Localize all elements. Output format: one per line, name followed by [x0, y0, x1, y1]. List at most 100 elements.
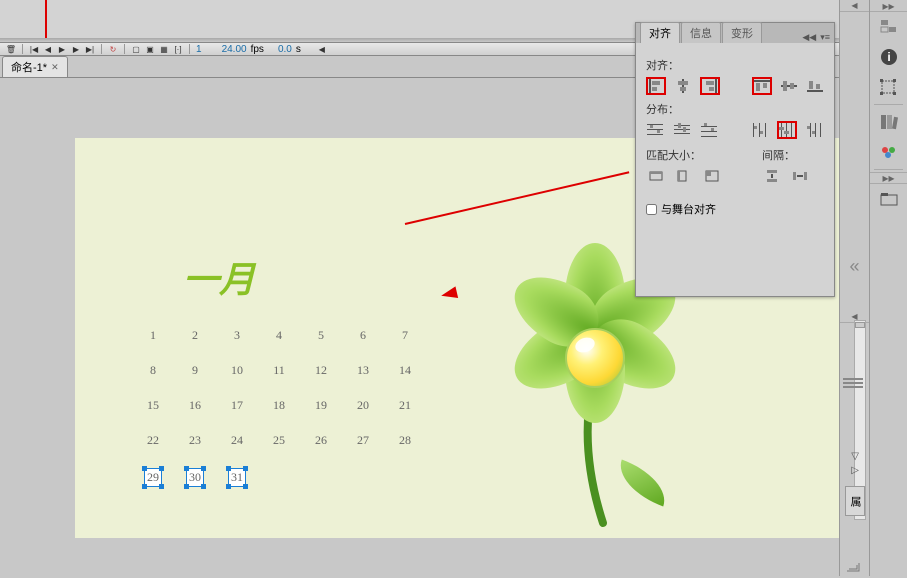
expand-sub-icon[interactable]: ▽ — [851, 451, 859, 462]
panel-tabs: 对齐 信息 变形 ◀◀ ▾≡ — [636, 23, 834, 43]
transform-panel-icon[interactable] — [870, 72, 907, 102]
calendar-cell[interactable]: 13 — [354, 363, 372, 378]
calendar-cell[interactable]: 4 — [270, 328, 288, 343]
match-height-icon[interactable] — [674, 167, 694, 185]
prev-frame-icon[interactable]: ◀ — [43, 44, 53, 54]
loop-icon[interactable]: ↻ — [108, 44, 118, 54]
align-vcenter-icon[interactable] — [780, 77, 798, 95]
tab-info[interactable]: 信息 — [681, 22, 721, 43]
calendar-cell[interactable]: 7 — [396, 328, 414, 343]
next-frame-icon[interactable]: ▶ — [71, 44, 81, 54]
tab-transform[interactable]: 变形 — [722, 22, 762, 43]
stage-align-checkbox[interactable] — [646, 204, 657, 215]
trash-icon[interactable]: 🗑 — [6, 44, 16, 54]
calendar-cell[interactable]: 15 — [144, 398, 162, 413]
distribute-bottom-icon[interactable] — [699, 121, 718, 139]
calendar-cell[interactable]: 25 — [270, 433, 288, 448]
space-horizontal-icon[interactable] — [790, 167, 810, 185]
calendar-cell[interactable]: 8 — [144, 363, 162, 378]
playhead-marker[interactable] — [45, 0, 47, 38]
calendar-cell[interactable]: 28 — [396, 433, 414, 448]
distribute-hcenter-icon[interactable] — [777, 121, 797, 139]
time-value[interactable]: 0.0 — [278, 44, 292, 55]
calendar-cell[interactable]: 10 — [228, 363, 246, 378]
distribute-right-icon[interactable] — [805, 121, 824, 139]
calendar-cell[interactable]: 12 — [312, 363, 330, 378]
calendar-cell[interactable]: 2 — [186, 328, 204, 343]
first-frame-icon[interactable]: |◀ — [29, 44, 39, 54]
calendar-cell[interactable] — [396, 468, 414, 487]
align-left-icon[interactable] — [646, 77, 666, 95]
calendar-cell[interactable]: 31 — [228, 468, 246, 487]
label-distribute: 分布： — [646, 101, 824, 117]
onion-outlines-icon[interactable]: ▣ — [145, 44, 155, 54]
current-frame[interactable]: 1 — [196, 44, 202, 55]
calendar-cell[interactable] — [354, 468, 372, 487]
calendar-cell[interactable]: 18 — [270, 398, 288, 413]
align-hcenter-icon[interactable] — [674, 77, 692, 95]
calendar-cell[interactable]: 20 — [354, 398, 372, 413]
info-panel-icon[interactable]: i — [870, 42, 907, 72]
timeline-scroll-left[interactable]: ◀ — [317, 44, 327, 54]
distribute-vcenter-icon[interactable] — [673, 121, 692, 139]
calendar-cell[interactable]: 3 — [228, 328, 246, 343]
align-right-icon[interactable] — [700, 77, 720, 95]
month-title[interactable]: 一月 — [183, 251, 255, 303]
calendar-cell[interactable]: 27 — [354, 433, 372, 448]
calendar-cell[interactable]: 14 — [396, 363, 414, 378]
match-width-icon[interactable] — [646, 167, 666, 185]
last-frame-icon[interactable]: ▶| — [85, 44, 95, 54]
calendar-cell[interactable]: 11 — [270, 363, 288, 378]
label-spacing: 间隔： — [762, 147, 810, 163]
onion-skin-icon[interactable]: ▢ — [131, 44, 141, 54]
hamburger-icon[interactable] — [843, 376, 863, 390]
distribute-left-icon[interactable] — [751, 121, 770, 139]
calendar-cell[interactable] — [312, 468, 330, 487]
calendar-cell[interactable]: 26 — [312, 433, 330, 448]
calendar-cell[interactable]: 21 — [396, 398, 414, 413]
calendar-cell[interactable]: 16 — [186, 398, 204, 413]
play-icon[interactable]: ▶ — [57, 44, 67, 54]
align-bottom-icon[interactable] — [806, 77, 824, 95]
collapse-left-icon[interactable]: ◀ — [840, 0, 869, 12]
space-vertical-icon[interactable] — [762, 167, 782, 185]
tab-align[interactable]: 对齐 — [640, 22, 680, 43]
close-icon[interactable]: ✕ — [51, 62, 59, 73]
library-panel-icon[interactable] — [870, 107, 907, 137]
calendar-cell[interactable]: 9 — [186, 363, 204, 378]
calendar-cell[interactable]: 6 — [354, 328, 372, 343]
sidebar-collapse-icon[interactable]: ▸▸ — [870, 172, 907, 184]
calendar-cell[interactable] — [270, 468, 288, 487]
calendar-cell[interactable]: 17 — [228, 398, 246, 413]
distribute-top-icon[interactable] — [646, 121, 665, 139]
expand-right-icon[interactable]: ▷ — [851, 465, 859, 476]
flower-center — [565, 328, 625, 388]
panel-menu-icon[interactable]: ▾≡ — [820, 32, 830, 43]
swatches-panel-icon[interactable] — [870, 137, 907, 167]
calendar-cell[interactable]: 23 — [186, 433, 204, 448]
collapse-marker: « — [840, 256, 869, 277]
align-top-icon[interactable] — [752, 77, 772, 95]
match-both-icon[interactable] — [702, 167, 722, 185]
calendar-cell[interactable]: 1 — [144, 328, 162, 343]
document-tab-label: 命名-1* — [11, 59, 47, 75]
calendar-cell[interactable]: 19 — [312, 398, 330, 413]
calendar-cell[interactable]: 5 — [312, 328, 330, 343]
svg-text:i: i — [887, 50, 890, 64]
properties-tab[interactable]: 属 — [845, 486, 865, 516]
calendar-cell[interactable]: 24 — [228, 433, 246, 448]
right-sidebar: ▸▸ i ▸▸ — [869, 0, 907, 576]
calendar-cell[interactable]: 29 — [144, 468, 162, 487]
calendar-cell[interactable]: 30 — [186, 468, 204, 487]
calendar-cell[interactable]: 22 — [144, 433, 162, 448]
fps-value[interactable]: 24.00 — [222, 44, 247, 55]
panel-prev-icon[interactable]: ◀◀ — [802, 32, 816, 43]
align-panel-icon[interactable] — [870, 12, 907, 42]
edit-multiple-icon[interactable]: ▦ — [159, 44, 169, 54]
document-tab[interactable]: 命名-1* ✕ — [2, 56, 68, 77]
zoom-corner-icon[interactable] — [843, 560, 863, 574]
sidebar-collapse-icon[interactable]: ▸▸ — [870, 0, 907, 12]
fps-unit: fps — [251, 44, 264, 55]
project-panel-icon[interactable] — [870, 184, 907, 214]
markers-icon[interactable]: [·] — [173, 44, 183, 54]
